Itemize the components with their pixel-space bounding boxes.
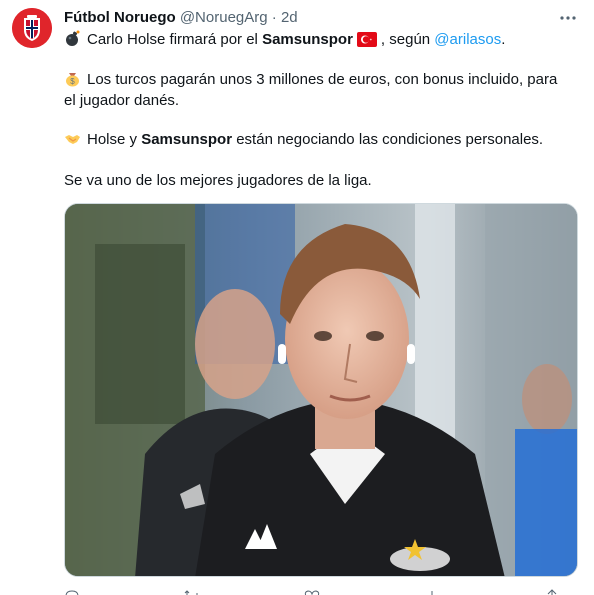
text-segment: . (501, 31, 506, 48)
text-segment: , según (380, 31, 435, 48)
tweet[interactable]: Fútbol Noruego @NoruegArg · 2d Carlo Hol… (0, 0, 594, 595)
retweet-icon[interactable] (184, 588, 200, 595)
tweet-header: Fútbol Noruego @NoruegArg · 2d (64, 8, 298, 28)
timestamp[interactable]: 2d (281, 9, 298, 26)
bold-team-name: Samsunspor (262, 31, 353, 48)
text-line-2: $ Los turcos pagarán unos 3 millones de … (64, 70, 557, 90)
more-horizontal-icon (560, 16, 576, 20)
mention-link[interactable]: @arilasos (434, 31, 501, 48)
bold-team-name: Samsunspor (141, 131, 233, 148)
share-icon[interactable] (544, 588, 560, 595)
avatar[interactable] (12, 8, 52, 48)
author-name[interactable]: Fútbol Noruego (64, 9, 176, 26)
text-segment: el jugador danés. (64, 92, 180, 109)
text-line-5: Se va uno de los mejores jugadores de la… (64, 171, 372, 191)
views-icon[interactable] (424, 588, 440, 595)
text-segment: Carlo Holse firmará por el (87, 31, 263, 48)
like-icon[interactable] (304, 588, 320, 595)
tweet-actions (64, 588, 578, 595)
text-segment: Se va uno de los mejores jugadores de la… (64, 172, 372, 189)
more-options-button[interactable] (556, 6, 580, 30)
separator: · (271, 9, 277, 26)
money-bag-emoji: $ (66, 73, 79, 87)
svg-text:$: $ (70, 77, 75, 86)
handshake-emoji (65, 135, 80, 144)
football-player-photo (65, 204, 577, 576)
tweet-photo[interactable] (64, 203, 578, 577)
text-line-4: Holse y Samsunspor están negociando las … (64, 130, 543, 150)
text-segment: Holse y (87, 131, 142, 148)
text-line-3: el jugador danés. (64, 91, 179, 111)
reply-icon[interactable] (64, 588, 80, 595)
bomb-emoji (66, 30, 80, 46)
turkey-flag-emoji (356, 32, 377, 47)
text-segment: Los turcos pagarán unos 3 millones de eu… (87, 71, 558, 88)
norway-crest-icon (12, 8, 52, 48)
text-line-1: Carlo Holse firmará por el Samsunspor , … (64, 30, 505, 50)
text-segment: están negociando las condiciones persona… (232, 131, 544, 148)
author-handle[interactable]: @NoruegArg (180, 9, 268, 26)
